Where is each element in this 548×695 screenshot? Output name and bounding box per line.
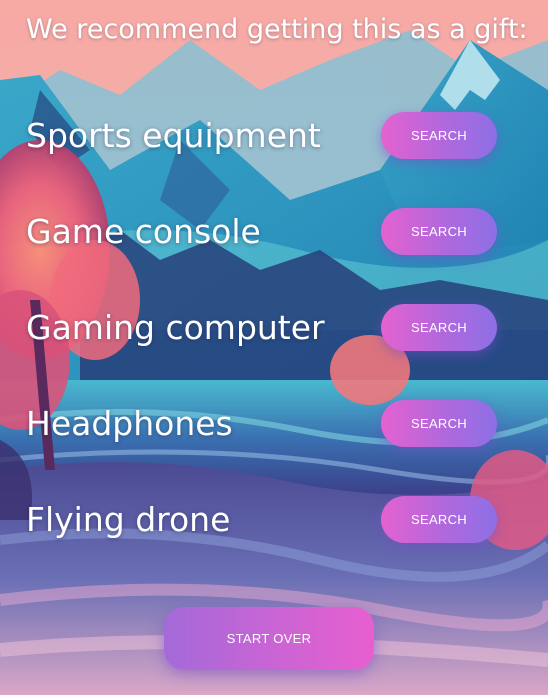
search-button[interactable]: SEARCH	[381, 112, 497, 159]
recommendation-row: Gaming computer SEARCH	[0, 304, 548, 354]
recommendation-label: Gaming computer	[26, 308, 325, 347]
recommendation-label: Flying drone	[26, 500, 231, 539]
recommendation-row: Game console SEARCH	[0, 208, 548, 258]
search-button[interactable]: SEARCH	[381, 496, 497, 543]
search-button[interactable]: SEARCH	[381, 304, 497, 351]
recommendation-row: Flying drone SEARCH	[0, 496, 548, 546]
recommendation-label: Game console	[26, 212, 261, 251]
recommendation-label: Headphones	[26, 404, 233, 443]
search-button[interactable]: SEARCH	[381, 208, 497, 255]
recommendation-row: Sports equipment SEARCH	[0, 112, 548, 162]
search-button[interactable]: SEARCH	[381, 400, 497, 447]
page-title: We recommend getting this as a gift:	[26, 14, 528, 45]
start-over-button[interactable]: START OVER	[164, 607, 374, 670]
recommendation-row: Headphones SEARCH	[0, 400, 548, 450]
gift-recommendations-panel: We recommend getting this as a gift: Spo…	[0, 0, 548, 695]
recommendation-label: Sports equipment	[26, 116, 321, 155]
